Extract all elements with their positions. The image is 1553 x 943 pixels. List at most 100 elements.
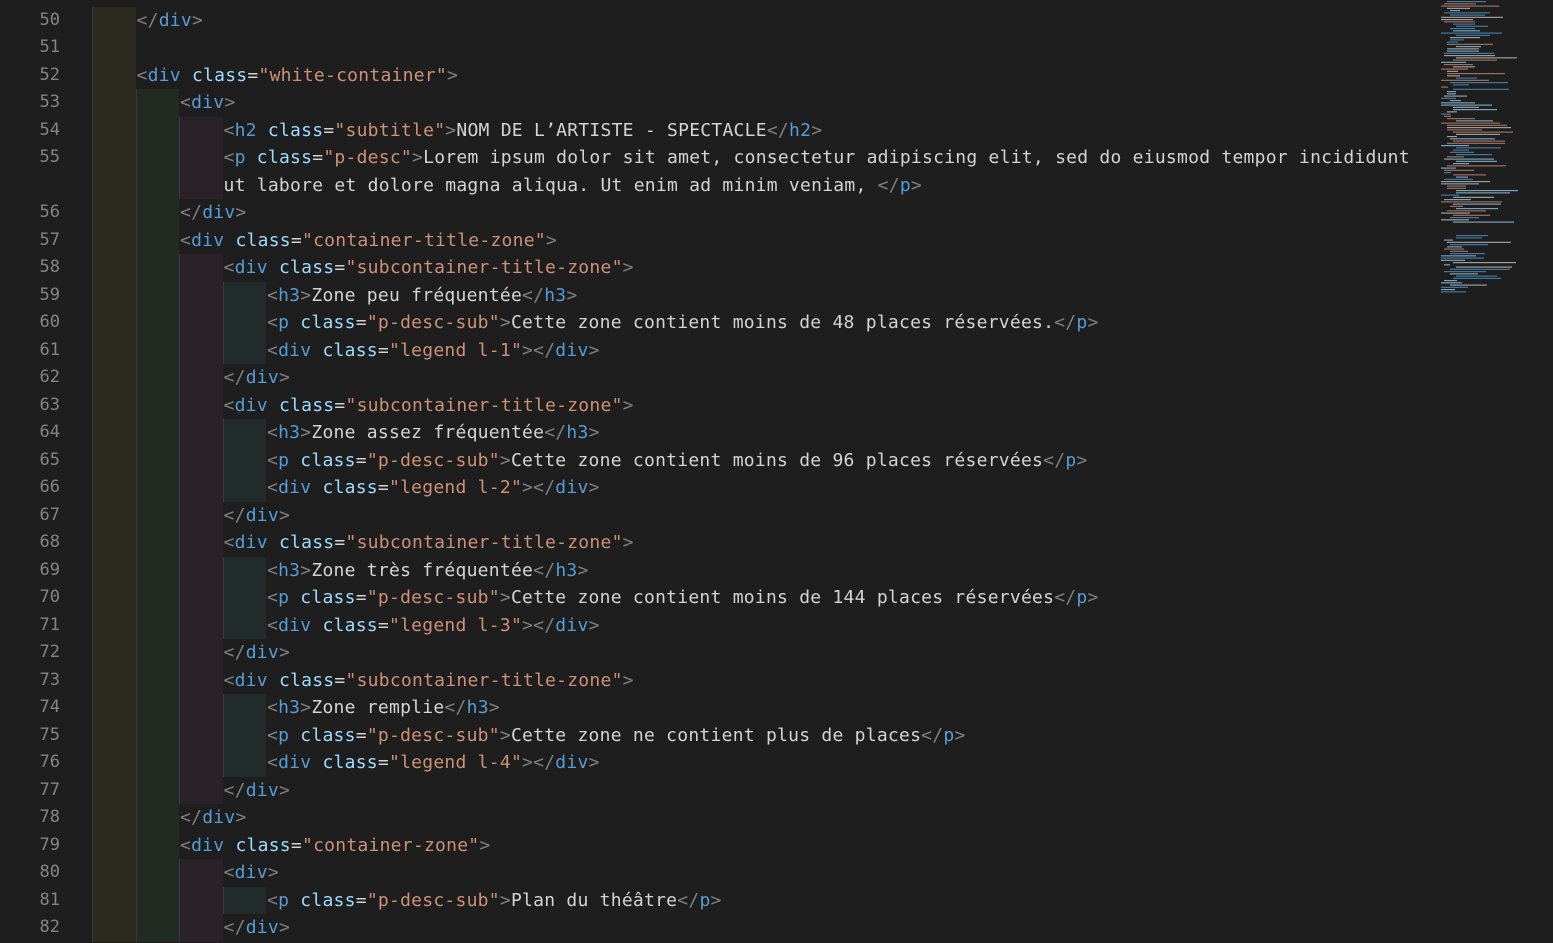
minimap-line: [1441, 286, 1468, 288]
minimap-line: [1453, 277, 1501, 279]
code-line[interactable]: <p class="p-desc-sub">Cette zone contien…: [92, 309, 1437, 337]
code-line[interactable]: </div>: [92, 199, 1437, 227]
code-line[interactable]: <h2 class="subtitle">NOM DE L’ARTISTE - …: [92, 116, 1437, 144]
indent-guide: [135, 336, 179, 364]
code-token: class: [300, 449, 356, 471]
minimap-line: [1453, 262, 1516, 264]
code-line[interactable]: <div class="subcontainer-title-zone">: [92, 529, 1437, 557]
code-token: div: [191, 834, 225, 856]
code-token: <: [223, 147, 235, 168]
minimap-line: [1456, 266, 1512, 268]
code-line[interactable]: <h3>Zone peu fréquentée</h3>: [92, 281, 1437, 309]
code-line[interactable]: <p class="p-desc-sub">Cette zone ne cont…: [92, 721, 1437, 749]
code-token: <: [223, 119, 235, 141]
code-token: p: [278, 312, 290, 333]
code-line[interactable]: <div>: [92, 859, 1437, 887]
code-text: </div>: [224, 914, 291, 942]
code-line[interactable]: <div class="subcontainer-title-zone">: [92, 391, 1437, 419]
code-token: h2: [234, 119, 257, 141]
code-line[interactable]: </div>: [92, 914, 1437, 942]
code-line[interactable]: </div>: [92, 501, 1437, 529]
minimap-line: [1450, 250, 1468, 252]
code-line[interactable]: <div class="container-zone">: [92, 831, 1437, 859]
code-line[interactable]: </div>: [92, 364, 1437, 392]
code-line[interactable]: <h3>Zone remplie</h3>: [92, 694, 1437, 722]
code-token: =: [312, 147, 324, 168]
code-line[interactable]: <div class="white-container">: [92, 61, 1437, 89]
code-token: class: [322, 752, 378, 773]
minimap-line: [1450, 253, 1485, 255]
minimap-line: [1450, 39, 1464, 41]
code-token: class: [191, 64, 248, 86]
code-token: =: [290, 229, 302, 251]
minimap-line: [1447, 165, 1506, 167]
indent-guide: [135, 556, 179, 584]
code-token: "legend l-3": [388, 614, 523, 636]
code-line[interactable]: </div>: [92, 639, 1437, 667]
minimap-line: [1447, 156, 1464, 158]
code-token: div: [234, 394, 268, 416]
minimap-line: [1450, 138, 1495, 140]
code-token: >: [811, 119, 823, 141]
code-area[interactable]: </div> <div class="white-container"> <div>…: [92, 0, 1437, 943]
code-token: =: [355, 724, 367, 746]
code-line[interactable]: <h3>Zone très fréquentée</h3>: [92, 556, 1437, 584]
indent-guide: [179, 721, 223, 749]
code-line[interactable]: <div class="legend l-3"></div>: [92, 611, 1437, 639]
code-token: <: [267, 477, 279, 498]
indent-guide: [92, 859, 136, 887]
code-line[interactable]: <div class="subcontainer-title-zone">: [92, 666, 1437, 694]
indent-guide: [92, 611, 136, 639]
indent-guide: [135, 859, 179, 887]
code-line[interactable]: </div>: [92, 804, 1437, 832]
code-line[interactable]: <p class="p-desc-sub">Cette zone contien…: [92, 446, 1437, 474]
code-token: class: [322, 339, 378, 361]
indent-guide: [92, 914, 136, 942]
code-editor[interactable]: 50 51 52 53 54 55 56 57 58 59 60 61 62 63 64 65 66 67 68 69…: [0, 0, 1553, 943]
code-line[interactable]: <div class="legend l-4"></div>: [92, 749, 1437, 777]
line-number: 65: [39, 449, 60, 470]
code-token: </: [223, 367, 246, 388]
code-line[interactable]: </div>: [92, 6, 1437, 34]
indent-guide: [179, 501, 223, 529]
code-token: <: [136, 64, 148, 86]
indent-guide: [135, 474, 179, 502]
code-line[interactable]: <div class="legend l-1"></div>: [92, 336, 1437, 364]
code-token: >: [446, 64, 459, 86]
code-text: <p class="p-desc-sub">Cette zone contien…: [267, 309, 1099, 337]
code-line[interactable]: <div class="legend l-2"></div>: [92, 474, 1437, 502]
indent-guide: [135, 721, 179, 749]
code-line[interactable]: <p class="p-desc">Lorem ipsum dolor sit …: [92, 144, 1437, 172]
indent-guide: [92, 584, 136, 612]
code-token: >: [499, 889, 511, 911]
code-line[interactable]: <div>: [92, 89, 1437, 117]
code-token: =: [377, 614, 389, 636]
minimap-line: [1453, 131, 1513, 133]
code-token: >: [445, 119, 457, 141]
indent-guide: [92, 171, 136, 199]
code-line[interactable]: </div>: [92, 776, 1437, 804]
code-line[interactable]: <p class="p-desc-sub">Plan du théâtre</p…: [92, 886, 1437, 914]
code-line[interactable]: <div class="subcontainer-title-zone">: [92, 254, 1437, 282]
code-token: <: [267, 312, 279, 333]
code-token: h3: [544, 284, 567, 306]
code-line[interactable]: <h3>Zone assez fréquentée</h3>: [92, 419, 1437, 447]
indent-guide: [92, 886, 136, 914]
minimap-line: [1453, 174, 1486, 176]
minimap[interactable]: [1437, 0, 1553, 943]
minimap-line: [1450, 284, 1487, 286]
code-line[interactable]: ut labore et dolore magna aliqua. Ut eni…: [92, 171, 1437, 199]
minimap-line: [1456, 154, 1492, 156]
code-line[interactable]: [92, 34, 1437, 62]
code-token: "p-desc-sub": [366, 312, 500, 333]
minimap-line: [1441, 122, 1500, 124]
code-line[interactable]: <div class="container-title-zone">: [92, 226, 1437, 254]
line-number-gutter[interactable]: 50 51 52 53 54 55 56 57 58 59 60 61 62 63 64 65 66 67 68 69…: [0, 0, 92, 943]
indent-guide: [222, 584, 266, 612]
code-line[interactable]: <p class="p-desc-sub">Cette zone contien…: [92, 584, 1437, 612]
code-token: <: [267, 697, 279, 718]
minimap-line: [1441, 86, 1448, 88]
code-token: p: [699, 889, 711, 911]
indent-guide: [179, 666, 223, 694]
